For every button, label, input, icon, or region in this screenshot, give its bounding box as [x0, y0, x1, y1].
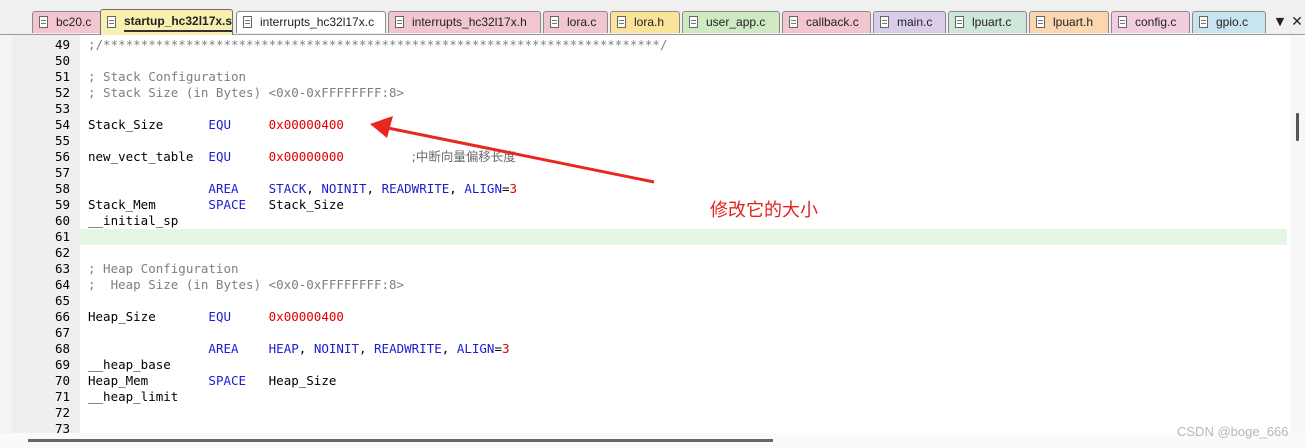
annotation-text: 修改它的大小 [710, 200, 818, 221]
file-icon [107, 16, 116, 28]
annotation-arrow [370, 116, 655, 184]
watermark: CSDN @boge_666 [1177, 424, 1289, 439]
tab-startup-hc32l17x-s[interactable]: startup_hc32l17x.s [100, 9, 233, 35]
annotation-arrow-shaft [387, 126, 655, 184]
annotation-arrow-head [370, 116, 393, 138]
tab-label: startup_hc32l17x.s [124, 12, 232, 32]
